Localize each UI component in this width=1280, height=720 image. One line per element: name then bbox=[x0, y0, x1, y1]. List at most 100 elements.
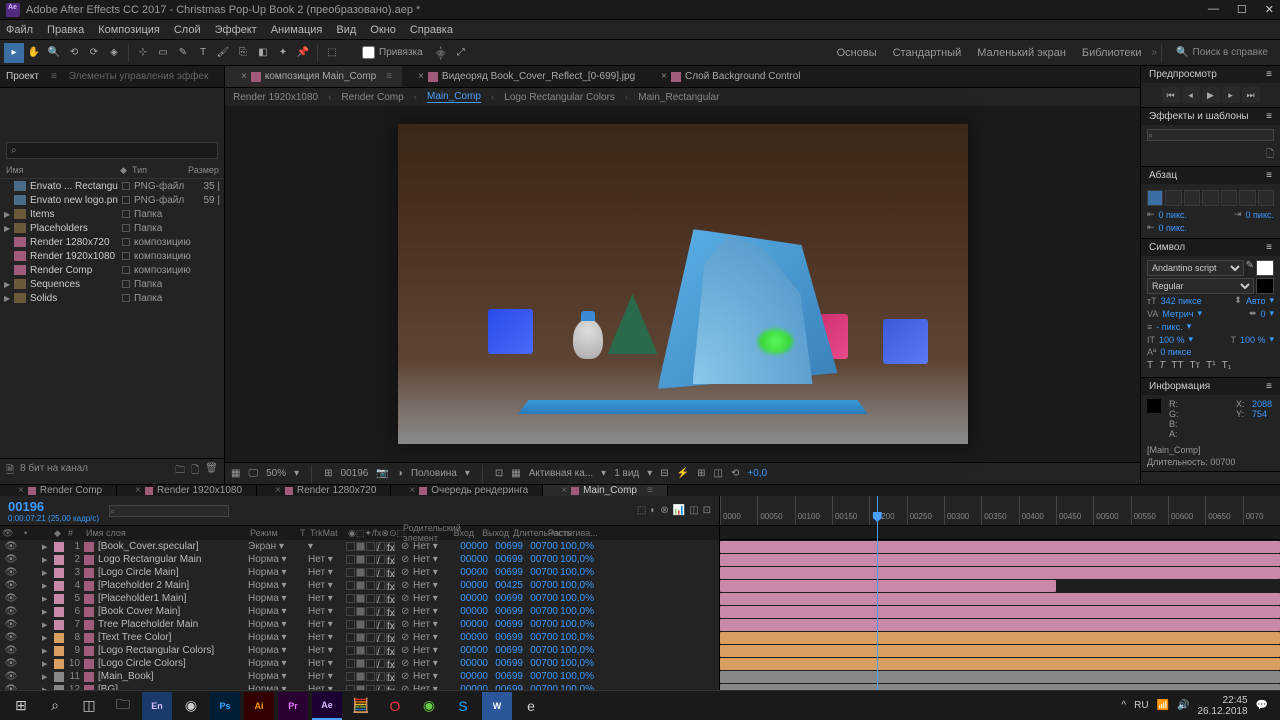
menu-Вид[interactable]: Вид bbox=[336, 24, 356, 36]
playhead[interactable] bbox=[877, 496, 878, 709]
opera-icon[interactable]: O bbox=[380, 692, 410, 720]
layer-bar[interactable] bbox=[720, 554, 1280, 566]
timeline-icon[interactable]: ⊞ bbox=[697, 468, 705, 479]
layer-bar[interactable] bbox=[720, 632, 1280, 644]
layer-row[interactable]: 👁▶4[Placeholder 2 Main]Норма ▾Нет ▾/fx⊘Н… bbox=[0, 579, 719, 592]
trash-icon[interactable]: 🗑 bbox=[205, 463, 218, 480]
frame-blend-toggle[interactable]: ◐ bbox=[650, 505, 656, 516]
utorrent-icon[interactable]: ◉ bbox=[414, 692, 444, 720]
workspace-Маленький экран[interactable]: Маленький экран bbox=[977, 47, 1066, 59]
interpret-footage-icon[interactable]: 🗎 bbox=[6, 463, 14, 480]
timeline-tab[interactable]: ×Main_Comp≡ bbox=[543, 485, 668, 496]
monitor-icon[interactable]: 🖵 bbox=[248, 468, 258, 479]
selection-tool[interactable]: ▸ bbox=[4, 43, 24, 63]
search-button[interactable]: ⌕ bbox=[40, 692, 70, 720]
breadcrumb-item[interactable]: Render Comp bbox=[341, 92, 403, 103]
snapping-checkbox[interactable] bbox=[362, 46, 375, 59]
layer-bar[interactable] bbox=[720, 671, 1280, 683]
menu-Анимация[interactable]: Анимация bbox=[271, 24, 323, 36]
last-frame-button[interactable]: ⏭ bbox=[1242, 87, 1260, 103]
camera-select[interactable]: Активная ка... bbox=[529, 468, 593, 479]
layer-row[interactable]: 👁▶11[Main_Book]Норма ▾Нет ▾/fx⊘Нет ▾0000… bbox=[0, 670, 719, 683]
close-button[interactable]: ✕ bbox=[1265, 3, 1274, 16]
menu-Окно[interactable]: Окно bbox=[370, 24, 396, 36]
menu-Композиция[interactable]: Композиция bbox=[98, 24, 160, 36]
project-item[interactable]: Render 1280x720композицию bbox=[0, 235, 224, 249]
guides-icon[interactable]: ▦ bbox=[511, 468, 520, 479]
timeline-tab[interactable]: ×Очередь рендеринга bbox=[391, 485, 543, 496]
edge-icon[interactable]: e bbox=[516, 692, 546, 720]
project-item[interactable]: ▶PlaceholdersПапка bbox=[0, 221, 224, 235]
rect-tool[interactable]: ▭ bbox=[153, 43, 173, 63]
layer-bar[interactable] bbox=[720, 593, 1280, 605]
layer-row[interactable]: 👁▶7Tree Placeholder MainНорма ▾Нет ▾/fx⊘… bbox=[0, 618, 719, 631]
task-view-button[interactable]: ◫ bbox=[74, 692, 104, 720]
clone-tool[interactable]: ⎘ bbox=[233, 43, 253, 63]
justify-last-right-button[interactable] bbox=[1239, 190, 1255, 206]
maximize-button[interactable]: ☐ bbox=[1237, 3, 1247, 16]
font-family-select[interactable]: Andantino script bbox=[1147, 260, 1244, 276]
font-style-select[interactable]: Regular bbox=[1147, 278, 1254, 294]
time-ruler[interactable]: 0000000500010000150002000025000300003500… bbox=[720, 496, 1280, 526]
draft-3d-toggle[interactable]: ◫ bbox=[689, 505, 698, 516]
brush-tool[interactable]: 🖌 bbox=[213, 43, 233, 63]
exposure-value[interactable]: +0,0 bbox=[747, 468, 767, 479]
effects-panel-title[interactable]: Эффекты и шаблоны bbox=[1149, 111, 1249, 122]
bit-depth[interactable]: 8 бит на канал bbox=[20, 463, 88, 480]
project-item-list[interactable]: Envato ... Rectangular.pngPNG-файл35 |En… bbox=[0, 179, 224, 458]
justify-last-left-button[interactable] bbox=[1202, 190, 1218, 206]
project-item[interactable]: Render 1920x1080композицию bbox=[0, 249, 224, 263]
new-comp-icon[interactable]: 🗋 bbox=[191, 463, 199, 480]
layer-row[interactable]: 👁▶8[Text Tree Color]Норма ▾Нет ▾/fx⊘Нет … bbox=[0, 631, 719, 644]
chrome-icon[interactable]: ◉ bbox=[176, 692, 206, 720]
superscript-button[interactable]: T¹ bbox=[1206, 360, 1215, 371]
snap-edge-icon[interactable]: ⤢ bbox=[451, 43, 471, 63]
encoder-app-icon[interactable]: En bbox=[142, 692, 172, 720]
layer-bar[interactable] bbox=[720, 567, 1280, 579]
menu-Справка[interactable]: Справка bbox=[410, 24, 453, 36]
workspace-Стандартный[interactable]: Стандартный bbox=[893, 47, 962, 59]
type-tool[interactable]: T bbox=[193, 43, 213, 63]
start-button[interactable]: ⊞ bbox=[6, 692, 36, 720]
next-frame-button[interactable]: ▸ bbox=[1222, 87, 1240, 103]
menu-Правка[interactable]: Правка bbox=[47, 24, 84, 36]
eraser-tool[interactable]: ◧ bbox=[253, 43, 273, 63]
preview-panel-title[interactable]: Предпросмотр bbox=[1149, 69, 1217, 80]
shy-toggle[interactable]: ⬚ bbox=[637, 505, 646, 516]
layer-row[interactable]: 👁▶2Logo Rectangular MainНорма ▾Нет ▾/fx⊘… bbox=[0, 553, 719, 566]
timeline-tab[interactable]: ×Render Comp bbox=[0, 485, 117, 496]
stroke-color-swatch[interactable] bbox=[1256, 278, 1274, 294]
menu-Эффект[interactable]: Эффект bbox=[215, 24, 257, 36]
snapshot-icon[interactable]: 📷 bbox=[376, 468, 388, 479]
resolution-select[interactable]: Половина bbox=[411, 468, 457, 479]
project-item[interactable]: Envato new logo.pngPNG-файл59 | bbox=[0, 193, 224, 207]
effects-new-icon[interactable]: 🗋 bbox=[1141, 145, 1280, 166]
menu-Файл[interactable]: Файл bbox=[6, 24, 33, 36]
smallcaps-button[interactable]: Tᴛ bbox=[1189, 360, 1200, 371]
illustrator-icon[interactable]: Ai bbox=[244, 692, 274, 720]
graph-editor-toggle[interactable]: 📊 bbox=[673, 505, 685, 516]
breadcrumb-item[interactable]: Main_Rectangular bbox=[638, 92, 719, 103]
reset-exp-icon[interactable]: ⟲ bbox=[731, 468, 739, 479]
layer-bar[interactable] bbox=[720, 658, 1280, 670]
first-frame-button[interactable]: ⏮ bbox=[1162, 87, 1180, 103]
justify-last-center-button[interactable] bbox=[1221, 190, 1237, 206]
play-button[interactable]: ▶ bbox=[1202, 87, 1220, 103]
snap-toggle[interactable]: ⊡ bbox=[703, 505, 711, 516]
paragraph-panel-title[interactable]: Абзац bbox=[1149, 170, 1177, 181]
layer-row[interactable]: 👁▶10[Logo Circle Colors]Норма ▾Нет ▾/fx⊘… bbox=[0, 657, 719, 670]
motion-blur-toggle[interactable]: ⊗ bbox=[660, 505, 668, 516]
effect-controls-tab[interactable]: Элементы управления эффек bbox=[69, 71, 209, 82]
alpha-icon[interactable]: ▦ bbox=[231, 468, 240, 479]
layer-bar[interactable] bbox=[720, 541, 1280, 553]
local-axis[interactable]: ⬚ bbox=[322, 43, 342, 63]
subscript-button[interactable]: T₁ bbox=[1222, 360, 1231, 371]
align-right-button[interactable] bbox=[1184, 190, 1200, 206]
help-search[interactable]: 🔍 Поиск в справке bbox=[1176, 47, 1268, 58]
project-item[interactable]: ▶SequencesПапка bbox=[0, 277, 224, 291]
justify-all-button[interactable] bbox=[1258, 190, 1274, 206]
workspace-Библиотеки[interactable]: Библиотеки bbox=[1082, 47, 1142, 59]
grid-icon[interactable]: ⊡ bbox=[495, 468, 503, 479]
bold-button[interactable]: T bbox=[1147, 360, 1153, 371]
menu-Слой[interactable]: Слой bbox=[174, 24, 201, 36]
